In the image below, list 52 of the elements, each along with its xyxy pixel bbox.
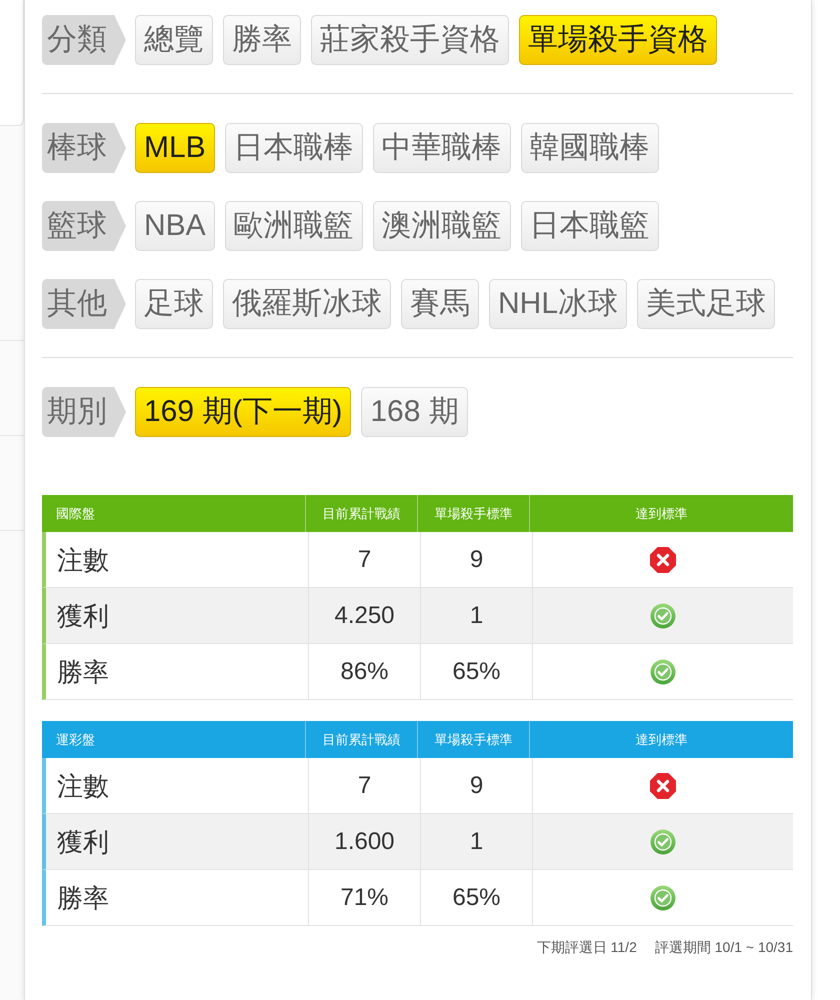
row-label: 獲利 xyxy=(57,828,109,854)
row-label: 勝率 xyxy=(57,884,109,910)
current-value: 4.250 xyxy=(334,604,395,628)
filter-chip[interactable]: 中華職棒 xyxy=(372,123,511,173)
filter-chip[interactable]: 賽馬 xyxy=(401,279,479,329)
row-label: 注數 xyxy=(57,546,109,572)
standard-value: 65% xyxy=(452,886,501,910)
check-icon xyxy=(650,828,676,854)
filter-chip[interactable]: 總覽 xyxy=(135,15,213,65)
filter-chip[interactable]: 169 期(下一期) xyxy=(135,387,352,437)
filter-chip[interactable]: 日本職籃 xyxy=(520,201,659,251)
filter-chip[interactable]: 168 期 xyxy=(361,387,468,437)
check-icon xyxy=(650,602,676,628)
filter-chip[interactable]: 足球 xyxy=(135,279,213,329)
filter-label: 分類 xyxy=(42,15,126,65)
check-icon xyxy=(650,658,676,684)
cross-icon xyxy=(650,772,676,798)
column-header: 運彩盤 xyxy=(55,730,96,749)
cross-icon xyxy=(650,546,676,572)
current-value: 71% xyxy=(340,886,389,910)
standard-value: 65% xyxy=(452,660,501,684)
standard-value: 9 xyxy=(470,774,484,798)
column-header: 國際盤 xyxy=(55,504,96,523)
filter-chip[interactable]: NHL冰球 xyxy=(489,279,628,329)
filter-chip[interactable]: MLB xyxy=(135,123,215,173)
filter-chip[interactable]: 歐洲職籃 xyxy=(224,201,363,251)
current-value: 86% xyxy=(340,660,389,684)
filter-chip[interactable]: 美式足球 xyxy=(637,279,776,329)
filter-chip[interactable]: 韓國職棒 xyxy=(520,123,659,173)
next-review-date: 下期評選日 11/2 xyxy=(536,938,637,957)
filter-label: 其他 xyxy=(42,279,126,329)
standard-value: 1 xyxy=(470,604,484,628)
standard-value: 1 xyxy=(470,830,484,854)
standard-value: 9 xyxy=(470,548,484,572)
filter-chip[interactable]: 俄羅斯冰球 xyxy=(223,279,391,329)
filter-chip[interactable]: 莊家殺手資格 xyxy=(311,15,509,65)
filter-label: 籃球 xyxy=(42,201,126,251)
review-period: 評選期間 10/1 ~ 10/31 xyxy=(654,938,793,957)
row-label: 獲利 xyxy=(57,602,109,628)
filter-chip[interactable]: 澳洲職籃 xyxy=(372,201,511,251)
row-label: 注數 xyxy=(57,772,109,798)
row-label: 勝率 xyxy=(57,658,109,684)
filter-chip[interactable]: NBA xyxy=(135,201,215,251)
current-value: 7 xyxy=(358,774,372,798)
current-value: 7 xyxy=(358,548,372,572)
filter-chip[interactable]: 日本職棒 xyxy=(224,123,363,173)
check-icon xyxy=(650,884,676,910)
filter-label: 棒球 xyxy=(42,123,126,173)
filter-chip[interactable]: 勝率 xyxy=(223,15,301,65)
filter-label: 期別 xyxy=(42,387,126,437)
current-value: 1.600 xyxy=(334,830,395,854)
filter-chip[interactable]: 單場殺手資格 xyxy=(519,15,717,65)
